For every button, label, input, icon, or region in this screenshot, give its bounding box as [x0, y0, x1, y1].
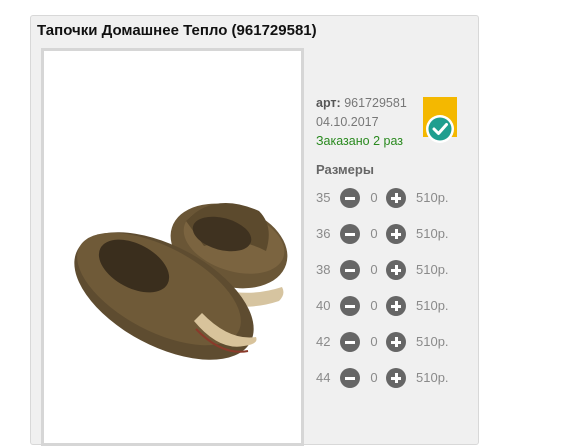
- decrease-quantity-button[interactable]: [340, 296, 360, 316]
- increase-quantity-button[interactable]: [386, 368, 406, 388]
- size-price: 510р.: [416, 226, 449, 241]
- slippers-photo: [74, 203, 288, 360]
- increase-quantity-button[interactable]: [386, 332, 406, 352]
- size-price: 510р.: [416, 262, 449, 277]
- size-number: 36: [316, 226, 331, 241]
- size-number: 40: [316, 298, 331, 313]
- quantity-value: 0: [370, 334, 378, 349]
- size-price: 510р.: [416, 370, 449, 385]
- decrease-quantity-button[interactable]: [340, 188, 360, 208]
- increase-quantity-button[interactable]: [386, 260, 406, 280]
- size-number: 38: [316, 262, 331, 277]
- size-price: 510р.: [416, 190, 449, 205]
- increase-quantity-button[interactable]: [386, 224, 406, 244]
- article-label: арт:: [316, 96, 341, 110]
- decrease-quantity-button[interactable]: [340, 224, 360, 244]
- quantity-value: 0: [370, 298, 378, 313]
- product-card: Тапочки Домашнее Тепло (961729581) арт: …: [30, 15, 479, 446]
- article-value: 961729581: [344, 96, 407, 110]
- decrease-quantity-button[interactable]: [340, 332, 360, 352]
- size-number: 35: [316, 190, 331, 205]
- article-number: арт: 961729581: [316, 96, 407, 110]
- size-row: 42 0 510р.: [316, 331, 476, 353]
- size-price: 510р.: [416, 334, 449, 349]
- quantity-value: 0: [370, 262, 378, 277]
- increase-quantity-button[interactable]: [386, 188, 406, 208]
- check-badge-icon: [423, 97, 457, 143]
- decrease-quantity-button[interactable]: [340, 368, 360, 388]
- quantity-value: 0: [370, 370, 378, 385]
- size-row: 40 0 510р.: [316, 295, 476, 317]
- size-number: 44: [316, 370, 331, 385]
- increase-quantity-button[interactable]: [386, 296, 406, 316]
- product-title: Тапочки Домашнее Тепло (961729581): [37, 22, 317, 39]
- size-row: 36 0 510р.: [316, 223, 476, 245]
- date-added: 04.10.2017: [316, 115, 379, 129]
- product-photo[interactable]: [41, 48, 304, 446]
- quantity-value: 0: [370, 226, 378, 241]
- ordered-count: Заказано 2 раз: [316, 134, 403, 148]
- sizes-heading: Размеры: [316, 162, 374, 177]
- size-number: 42: [316, 334, 331, 349]
- decrease-quantity-button[interactable]: [340, 260, 360, 280]
- size-row: 44 0 510р.: [316, 367, 476, 389]
- size-row: 35 0 510р.: [316, 187, 476, 209]
- size-row: 38 0 510р.: [316, 259, 476, 281]
- quantity-value: 0: [370, 190, 378, 205]
- size-price: 510р.: [416, 298, 449, 313]
